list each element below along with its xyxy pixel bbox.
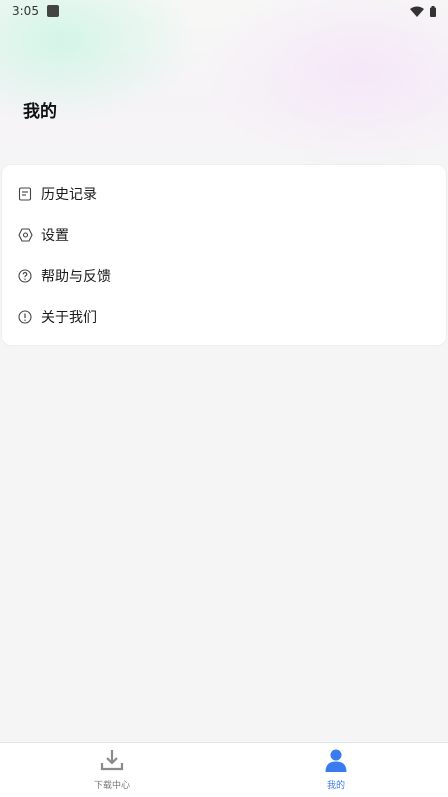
menu-item-label: 历史记录	[41, 186, 97, 203]
page-title: 我的	[23, 102, 57, 122]
info-exclamation-icon	[17, 309, 33, 325]
tab-label: 我的	[326, 781, 345, 791]
tab-mine[interactable]: 我的	[224, 743, 448, 797]
menu-item-history[interactable]: 历史记录	[2, 173, 446, 214]
status-bar: 3:05	[0, 0, 448, 22]
status-right	[410, 5, 436, 17]
notification-app-icon	[46, 5, 59, 17]
header-background	[0, 0, 448, 170]
status-left: 3:05	[12, 4, 59, 18]
help-question-icon	[17, 268, 33, 284]
menu-item-settings[interactable]: 设置	[2, 214, 446, 255]
screen: 3:05 我的 历史记录 设置 帮助与反馈 关于我们 下载中心 我的	[0, 0, 448, 797]
settings-hexagon-icon	[17, 227, 33, 243]
menu-item-label: 设置	[41, 227, 69, 244]
menu-item-label: 关于我们	[41, 309, 97, 326]
menu-item-label: 帮助与反馈	[41, 268, 111, 285]
status-time: 3:05	[12, 4, 39, 18]
wifi-icon	[410, 6, 424, 17]
menu-item-help-feedback[interactable]: 帮助与反馈	[2, 255, 446, 296]
battery-icon	[430, 5, 436, 17]
menu-item-about[interactable]: 关于我们	[2, 296, 446, 337]
tab-label: 下载中心	[93, 781, 130, 791]
history-doc-icon	[17, 186, 33, 202]
person-icon	[323, 747, 349, 773]
download-icon	[99, 747, 125, 773]
tab-download-center[interactable]: 下载中心	[0, 743, 224, 797]
bottom-nav: 下载中心 我的	[0, 742, 448, 797]
menu-card: 历史记录 设置 帮助与反馈 关于我们	[1, 164, 447, 346]
